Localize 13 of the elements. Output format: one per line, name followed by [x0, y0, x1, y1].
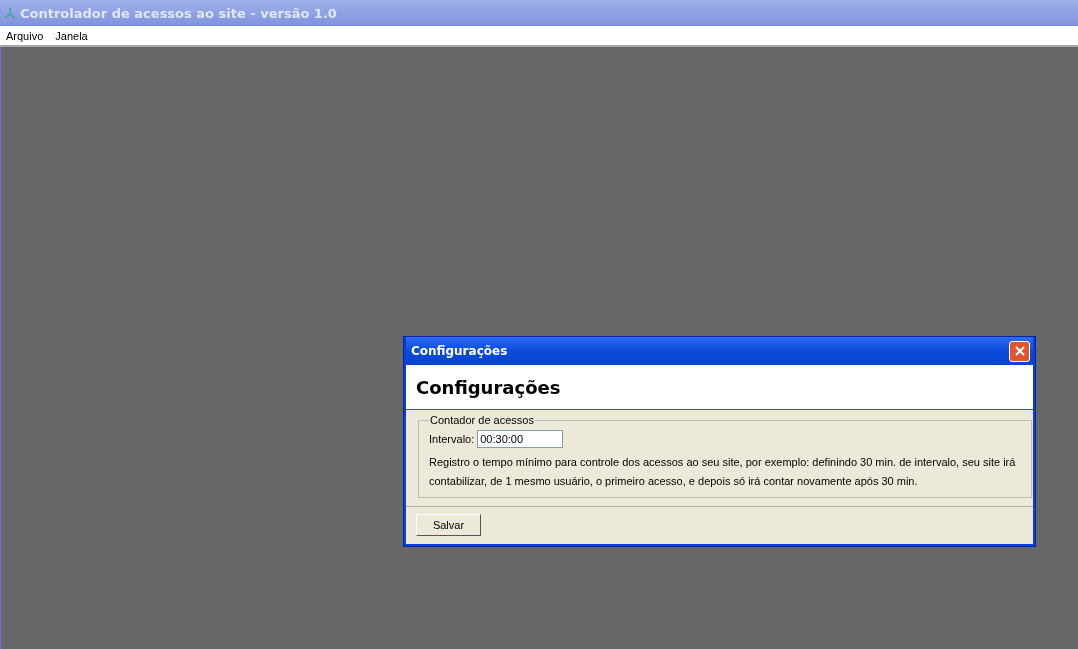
close-button[interactable] [1009, 340, 1030, 362]
app-icon [4, 7, 16, 19]
field-label: Intervalo: [429, 433, 475, 445]
window-title: Controlador de acessos ao site - versão 1.0 [20, 5, 337, 21]
interval-field[interactable]: 00:30:00 [477, 430, 564, 448]
menu-item[interactable]: Arquivo [6, 29, 44, 42]
description-text: Registro o tempo mínimo para controle dos acessos ao seu site, por exemplo: definindo 30 min. de intervalo, seu site irá contabilizar, de 1 mesmo usuário, o primeiro acesso, e depois só irá contar novamente após 30 min. [429, 455, 1017, 489]
dialog-title: Configurações [411, 344, 508, 358]
save-button[interactable]: Salvar [416, 514, 481, 536]
menu-item[interactable]: Janela [55, 29, 88, 42]
group-label: Contador de acessos [429, 414, 535, 426]
dialog-heading: Configurações [416, 376, 561, 398]
close-icon [1014, 346, 1025, 356]
